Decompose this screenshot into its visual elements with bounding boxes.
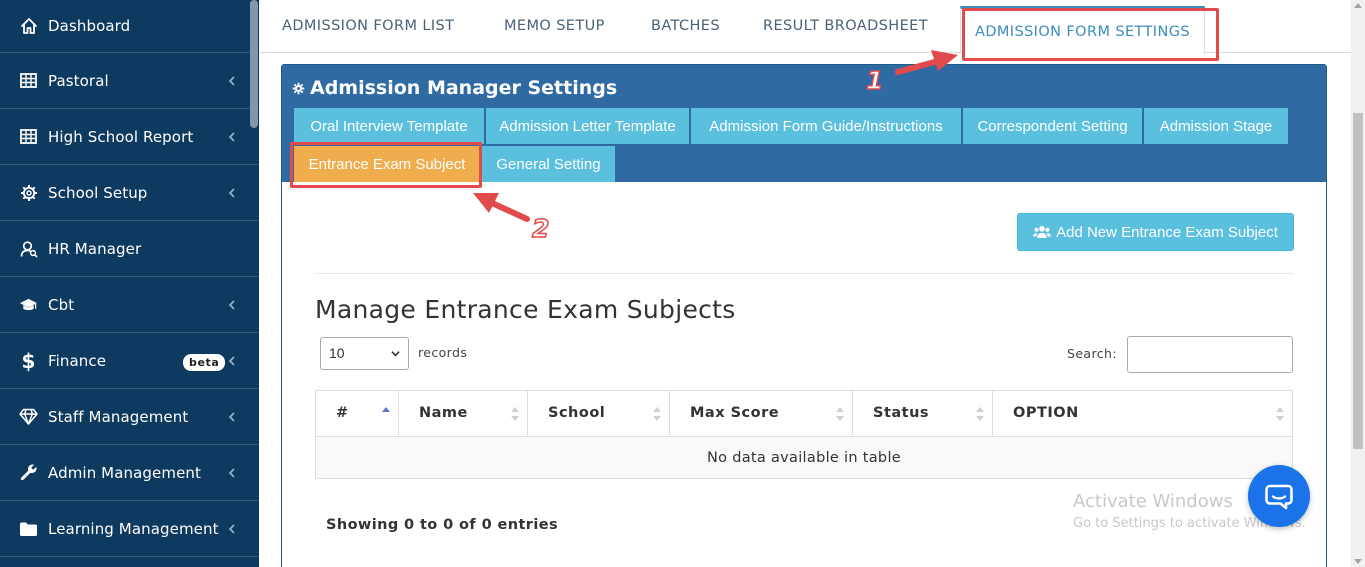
chevron-left-icon bbox=[228, 75, 235, 86]
home-icon bbox=[19, 17, 38, 36]
records-per-page-select[interactable]: 10 bbox=[320, 337, 409, 370]
divider bbox=[315, 273, 1294, 274]
tab-batches[interactable]: BATCHES bbox=[651, 18, 720, 34]
scrollbar-thumb[interactable] bbox=[1353, 113, 1363, 449]
sort-icon bbox=[836, 407, 844, 421]
sort-icon bbox=[511, 407, 519, 421]
sort-icon bbox=[653, 407, 661, 421]
sidebar-item-label: HR Manager bbox=[48, 239, 142, 258]
chat-bubble-icon bbox=[1265, 484, 1293, 510]
sidebar-item-label: Finance bbox=[48, 351, 107, 370]
subtab-admission-stage[interactable]: Admission Stage bbox=[1144, 108, 1288, 144]
sidebar-item-label: Staff Management bbox=[48, 407, 189, 426]
sidebar-item-pastoral[interactable]: Pastoral bbox=[0, 53, 259, 109]
diamond-icon bbox=[19, 407, 38, 426]
step-number-2: 2 bbox=[531, 213, 550, 244]
beta-badge: beta bbox=[183, 354, 226, 371]
sidebar-item-hr-manager[interactable]: HR Manager bbox=[0, 221, 259, 277]
sidebar-item-label: Cbt bbox=[48, 295, 75, 314]
chevron-left-icon bbox=[228, 131, 235, 142]
sidebar-item-dashboard[interactable]: Dashboard bbox=[0, 0, 259, 53]
tab-memo-setup[interactable]: MEMO SETUP bbox=[504, 18, 605, 34]
sidebar: Dashboard Pastoral High School Report Sc… bbox=[0, 0, 259, 567]
users-icon bbox=[1033, 226, 1051, 238]
chevron-left-icon bbox=[228, 187, 235, 198]
sort-asc-icon bbox=[382, 407, 390, 412]
graduation-cap-icon bbox=[19, 295, 38, 314]
entrance-exam-subjects-table: # Name School Max Score Status OPTION No… bbox=[315, 390, 1293, 479]
subtab-admission-letter-template[interactable]: Admission Letter Template bbox=[486, 108, 689, 144]
chevron-left-icon bbox=[228, 411, 235, 422]
chevron-down-icon bbox=[391, 351, 400, 357]
search-input[interactable] bbox=[1127, 336, 1293, 373]
sidebar-item-label: Pastoral bbox=[48, 71, 109, 90]
chevron-left-icon bbox=[228, 523, 235, 534]
step-number-1: 1 bbox=[865, 65, 884, 96]
add-entrance-exam-subject-button[interactable]: Add New Entrance Exam Subject bbox=[1017, 213, 1294, 251]
column-header-name[interactable]: Name bbox=[399, 391, 528, 437]
sort-icon bbox=[1276, 407, 1284, 421]
sidebar-item-high-school-report[interactable]: High School Report bbox=[0, 109, 259, 165]
column-header-option[interactable]: OPTION bbox=[993, 391, 1292, 437]
select-value: 10 bbox=[329, 345, 345, 361]
tab-admission-form-list[interactable]: ADMISSION FORM LIST bbox=[282, 18, 454, 34]
panel-title: Admission Manager Settings bbox=[292, 77, 617, 99]
add-button-label: Add New Entrance Exam Subject bbox=[1056, 223, 1278, 241]
section-title: Manage Entrance Exam Subjects bbox=[315, 295, 736, 324]
gear-icon bbox=[19, 183, 38, 202]
sidebar-scrollbar[interactable] bbox=[250, 0, 258, 128]
scroll-down-arrow-icon[interactable] bbox=[1354, 559, 1362, 564]
records-label: records bbox=[418, 345, 468, 360]
dollar-icon: $ bbox=[21, 348, 36, 373]
scroll-up-arrow-icon[interactable] bbox=[1354, 3, 1362, 8]
highlight-box-step-1 bbox=[962, 8, 1219, 61]
panel-title-text: Admission Manager Settings bbox=[310, 77, 618, 99]
column-header-max-score[interactable]: Max Score bbox=[670, 391, 853, 437]
wrench-icon bbox=[19, 463, 38, 482]
table-icon bbox=[19, 71, 38, 90]
search-label: Search: bbox=[1067, 346, 1117, 361]
table-header: # Name School Max Score Status OPTION bbox=[316, 391, 1292, 437]
chevron-left-icon bbox=[228, 299, 235, 310]
chevron-left-icon bbox=[228, 467, 235, 478]
subtab-admission-form-guide[interactable]: Admission Form Guide/Instructions bbox=[691, 108, 961, 144]
sidebar-item-finance[interactable]: $ Finance beta bbox=[0, 333, 259, 389]
tab-result-broadsheet[interactable]: RESULT BROADSHEET bbox=[763, 18, 928, 34]
subtab-correspondent-setting[interactable]: Correspondent Setting bbox=[963, 108, 1142, 144]
subtab-oral-interview-template[interactable]: Oral Interview Template bbox=[294, 108, 484, 144]
sidebar-item-learning-management[interactable]: Learning Management bbox=[0, 501, 259, 557]
window-scrollbar[interactable] bbox=[1351, 0, 1365, 567]
sidebar-item-label: High School Report bbox=[48, 127, 194, 146]
gear-icon bbox=[292, 82, 305, 94]
sidebar-item-admin-management[interactable]: Admin Management bbox=[0, 445, 259, 501]
table-info: Showing 0 to 0 of 0 entries bbox=[326, 517, 558, 533]
column-header-number[interactable]: # bbox=[316, 391, 399, 437]
column-header-status[interactable]: Status bbox=[853, 391, 993, 437]
sidebar-item-label: School Setup bbox=[48, 183, 148, 202]
chat-button[interactable] bbox=[1248, 465, 1310, 527]
sidebar-item-staff-management[interactable]: Staff Management bbox=[0, 389, 259, 445]
sidebar-item-label: Admin Management bbox=[48, 463, 201, 482]
chevron-left-icon bbox=[228, 355, 235, 366]
sidebar-item-cbt[interactable]: Cbt bbox=[0, 277, 259, 333]
sidebar-item-label: Dashboard bbox=[48, 17, 131, 35]
highlight-box-step-2 bbox=[290, 142, 482, 188]
folder-icon bbox=[19, 519, 38, 538]
subtab-general-setting[interactable]: General Setting bbox=[482, 146, 615, 182]
table-icon bbox=[19, 127, 38, 146]
sidebar-item-school-setup[interactable]: School Setup bbox=[0, 165, 259, 221]
sidebar-item-label: Learning Management bbox=[48, 519, 219, 538]
sort-icon bbox=[976, 407, 984, 421]
user-search-icon bbox=[19, 239, 38, 258]
table-empty-row: No data available in table bbox=[316, 437, 1292, 478]
activate-windows-title: Activate Windows bbox=[1073, 491, 1233, 512]
column-header-school[interactable]: School bbox=[528, 391, 670, 437]
